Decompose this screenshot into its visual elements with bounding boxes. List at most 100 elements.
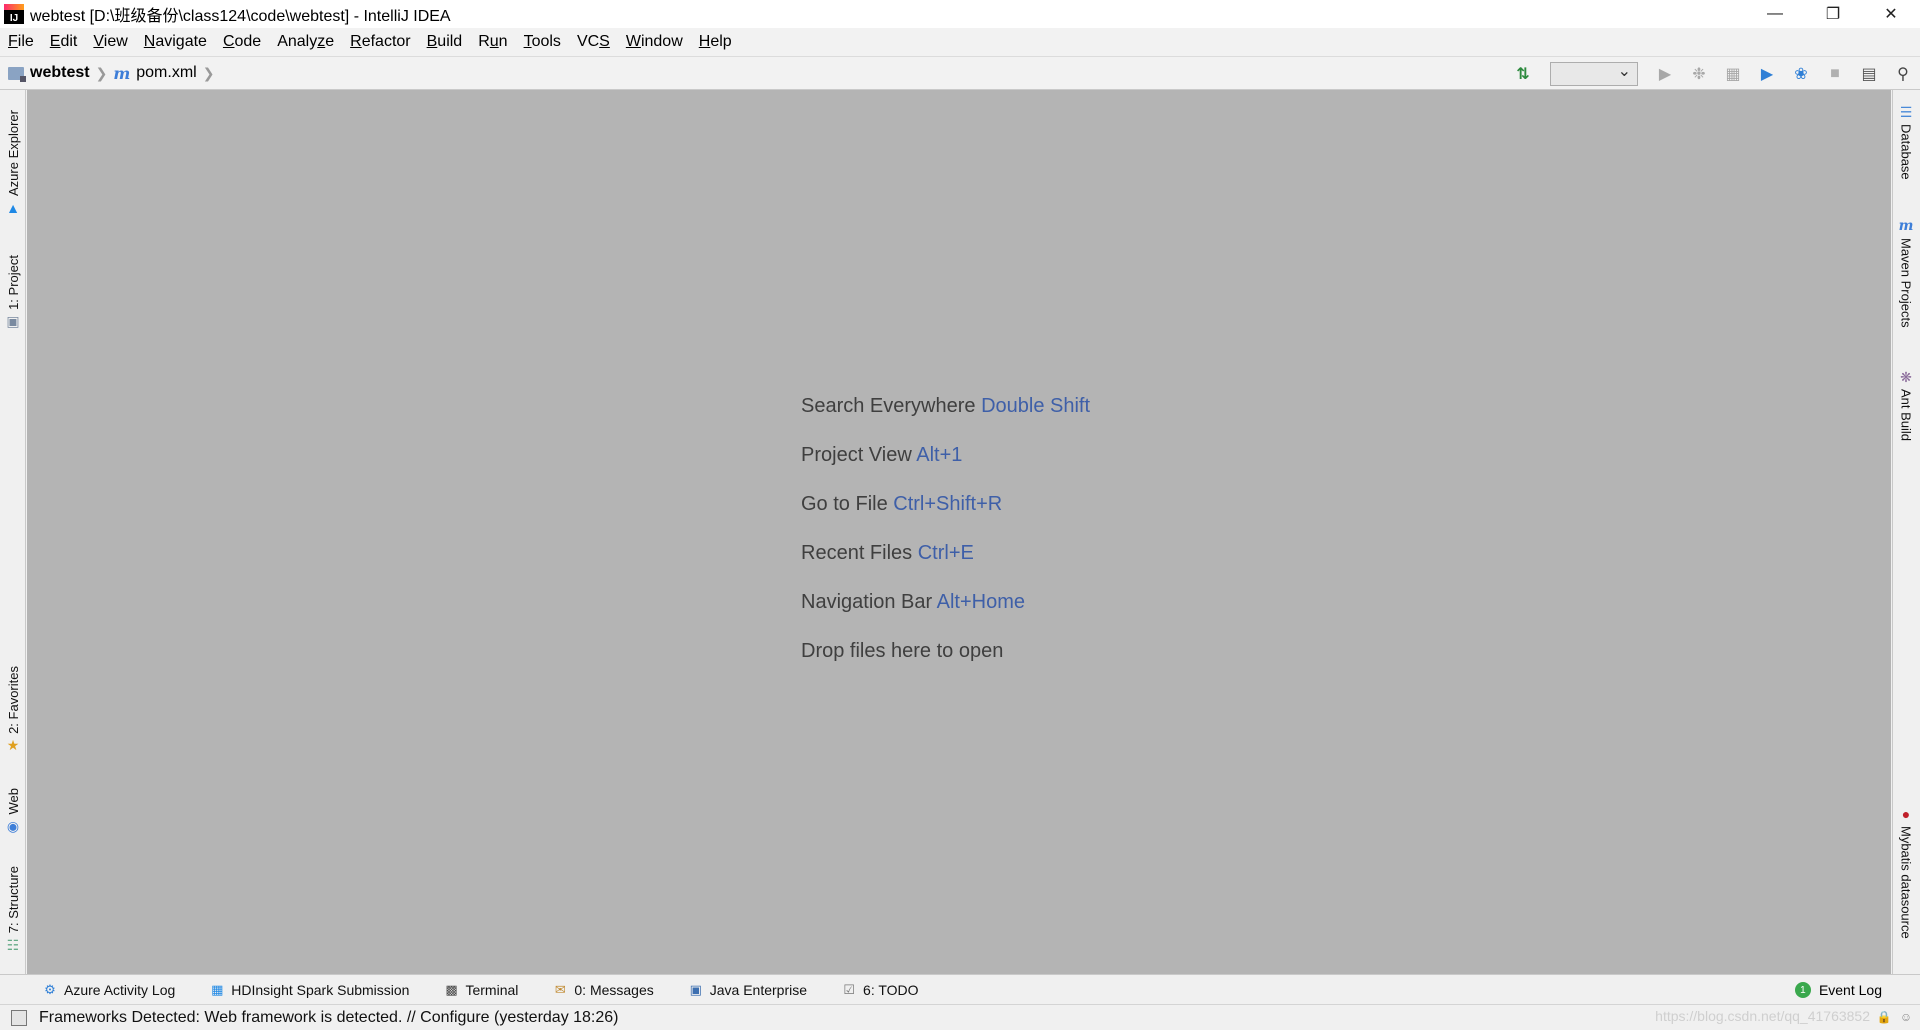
menu-help[interactable]: Help: [693, 33, 738, 51]
tool-tab-terminal[interactable]: ▩ Terminal: [443, 982, 518, 998]
run-icon: ▶: [1658, 66, 1672, 83]
windows-icon: ▦: [211, 981, 224, 997]
tool-tab-azure-explorer[interactable]: Azure Explorer ▲: [0, 110, 26, 220]
tool-tab-event-log[interactable]: 1 Event Log: [1794, 975, 1882, 1005]
tool-tab-messages[interactable]: ✉ 0: Messages: [552, 981, 654, 998]
messages-icon: ✉: [554, 981, 566, 997]
project-icon: ▣: [6, 313, 20, 330]
project-structure-icon: ▤: [1861, 66, 1877, 83]
stop-icon: ■: [1830, 65, 1840, 82]
todo-icon: ☑: [843, 981, 855, 997]
project-structure-button[interactable]: ▤: [1857, 62, 1881, 86]
navigation-bar: webtest ❯ m pom.xml ❯ ⇅ ▶ ❉ ▦ ▶ ❀ ■ ▤ ⚲: [0, 56, 1920, 90]
menu-window[interactable]: Window: [620, 33, 689, 51]
stop-button[interactable]: ■: [1823, 62, 1847, 86]
build-arrows-icon: ⇅: [1516, 66, 1530, 83]
toggle-tool-windows-button[interactable]: [11, 1009, 27, 1026]
database-icon: ☰: [1899, 103, 1913, 120]
search-icon: ⚲: [1897, 66, 1909, 83]
hint-shortcut: Alt+Home: [936, 591, 1026, 613]
terminal-icon: ▩: [445, 981, 458, 997]
hint-shortcut: Double Shift: [981, 395, 1091, 417]
tool-tab-hdinsight-spark[interactable]: ▦ HDInsight Spark Submission: [209, 982, 409, 998]
breadcrumb-separator-icon: ❯: [202, 64, 215, 81]
restore-icon: ❐: [1825, 6, 1841, 23]
minimize-button[interactable]: —: [1746, 0, 1804, 28]
menu-vcs[interactable]: VCS: [571, 33, 616, 51]
search-everywhere-button[interactable]: ⚲: [1891, 62, 1915, 86]
build-project-button[interactable]: ⇅: [1511, 62, 1535, 86]
hector-icon[interactable]: ☺: [1898, 1009, 1914, 1025]
bottom-tool-bar: ⚙ Azure Activity Log ▦ HDInsight Spark S…: [0, 974, 1920, 1004]
restore-button[interactable]: ❐: [1804, 0, 1862, 28]
close-icon: ✕: [1884, 6, 1898, 23]
tool-tab-web[interactable]: Web ◉: [0, 788, 26, 839]
tool-tab-ant-build[interactable]: ❋ Ant Build: [1893, 365, 1919, 442]
window-controls: — ❐ ✕: [1746, 0, 1920, 28]
tool-tab-structure[interactable]: 7: Structure ☷: [0, 866, 26, 957]
coverage-icon: ▦: [1725, 66, 1741, 83]
debug-bug-icon: ❉: [1692, 66, 1706, 83]
profile-icon: ▶: [1760, 66, 1774, 83]
run-button[interactable]: ▶: [1653, 62, 1677, 86]
title-bar: IJ webtest [D:\班级备份\class124\code\webtes…: [0, 0, 1920, 28]
right-tool-strip: ☰ Database m Maven Projects ❋ Ant Build …: [1892, 90, 1920, 974]
coverage-button[interactable]: ▦: [1721, 62, 1745, 86]
main-toolbar: ⇅ ▶ ❉ ▦ ▶ ❀ ■ ▤ ⚲: [1506, 57, 1920, 91]
menu-analyze[interactable]: Analyze: [271, 33, 340, 51]
editor-empty-area[interactable]: Search Everywhere Double Shift Project V…: [27, 90, 1891, 974]
hint-shortcut: Alt+1: [916, 444, 963, 466]
breadcrumb-project[interactable]: webtest: [30, 64, 90, 82]
hint-project-view: Project View Alt+1: [801, 444, 963, 466]
java-enterprise-icon: ▣: [689, 981, 702, 997]
tool-tab-mybatis-datasource[interactable]: ● Mybatis datasource: [1893, 802, 1919, 939]
tool-tab-project[interactable]: 1: Project ▣: [0, 255, 26, 334]
menu-navigate[interactable]: Navigate: [138, 33, 213, 51]
intellij-idea-icon: IJ: [4, 4, 24, 24]
menu-file[interactable]: File: [2, 33, 40, 51]
menu-code[interactable]: Code: [217, 33, 267, 51]
debug-button[interactable]: ❉: [1687, 62, 1711, 86]
menu-edit[interactable]: Edit: [44, 33, 84, 51]
profile-button[interactable]: ▶: [1755, 62, 1779, 86]
lock-icon[interactable]: 🔒: [1876, 1009, 1892, 1025]
status-message[interactable]: Frameworks Detected: Web framework is de…: [39, 1009, 619, 1027]
menu-refactor[interactable]: Refactor: [344, 33, 416, 51]
project-folder-icon: [8, 66, 26, 82]
minimize-icon: —: [1767, 5, 1783, 22]
menu-view[interactable]: View: [87, 33, 133, 51]
star-icon: ★: [6, 737, 20, 754]
tool-tab-java-enterprise[interactable]: ▣ Java Enterprise: [688, 982, 807, 998]
hint-shortcut: Ctrl+E: [917, 542, 974, 564]
hint-navigation-bar: Navigation Bar Alt+Home: [801, 591, 1026, 613]
editor-hints: Search Everywhere Double Shift Project V…: [801, 382, 1090, 676]
ant-icon: ❋: [1900, 368, 1912, 385]
tool-tab-favorites[interactable]: 2: Favorites ★: [0, 666, 26, 758]
breadcrumb-file[interactable]: pom.xml: [136, 64, 196, 82]
menu-run[interactable]: Run: [472, 33, 513, 51]
tool-tab-maven-projects[interactable]: m Maven Projects: [1893, 214, 1919, 328]
hint-recent-files: Recent Files Ctrl+E: [801, 542, 974, 564]
structure-icon: ☷: [6, 936, 20, 953]
maven-file-icon: m: [113, 63, 131, 83]
attach-icon: ❀: [1794, 66, 1808, 83]
menu-tools[interactable]: Tools: [518, 33, 567, 51]
window-title: webtest [D:\班级备份\class124\code\webtest] …: [30, 8, 451, 25]
menu-bar: File Edit View Navigate Code Analyze Ref…: [0, 28, 1920, 56]
maven-icon: m: [1898, 218, 1914, 234]
tool-tab-database[interactable]: ☰ Database: [1893, 100, 1919, 180]
hint-search-everywhere: Search Everywhere Double Shift: [801, 395, 1091, 417]
azure-icon: ▲: [6, 199, 20, 216]
attach-debugger-button[interactable]: ❀: [1789, 62, 1813, 86]
hint-go-to-file: Go to File Ctrl+Shift+R: [801, 493, 1003, 515]
status-bar: Frameworks Detected: Web framework is de…: [0, 1004, 1920, 1030]
tool-tab-todo[interactable]: ☑ 6: TODO: [841, 981, 918, 998]
status-right-icons: 🔒 ☺: [1870, 1009, 1914, 1025]
mybatis-bird-icon: ●: [1901, 806, 1911, 822]
run-configuration-select[interactable]: [1550, 61, 1638, 86]
tool-tab-azure-activity-log[interactable]: ⚙ Azure Activity Log: [42, 982, 175, 998]
hint-drop-files: Drop files here to open: [801, 640, 1004, 662]
event-count-badge: 1: [1794, 982, 1811, 998]
close-button[interactable]: ✕: [1862, 0, 1920, 28]
menu-build[interactable]: Build: [421, 33, 469, 51]
